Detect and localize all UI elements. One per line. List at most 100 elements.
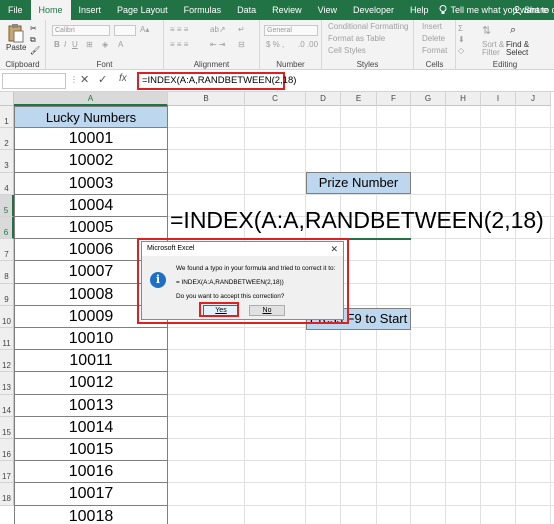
insert-cells-button[interactable]: Insert [422, 22, 442, 31]
column-header-j[interactable]: J [516, 92, 551, 106]
fill-icon[interactable]: ⬇ [458, 35, 465, 44]
row-header-14[interactable]: 14 [0, 394, 14, 417]
column-header-g[interactable]: G [411, 92, 446, 106]
tab-formulas[interactable]: Formulas [176, 0, 230, 20]
insert-function-button[interactable]: fx [119, 73, 127, 84]
wrap-text-icon[interactable]: ↵ [238, 25, 245, 34]
column-header-f[interactable]: F [377, 92, 411, 106]
tab-page-layout[interactable]: Page Layout [109, 0, 176, 20]
lucky-number-cell[interactable]: 10013 [14, 394, 168, 417]
name-box[interactable] [2, 73, 66, 89]
row-header-2[interactable]: 2 [0, 128, 14, 151]
lucky-number-cell[interactable]: 10004 [14, 194, 168, 217]
formula-input[interactable]: =INDEX(A:A,RANDBETWEEN(2,18) [137, 72, 296, 90]
align-top-icon[interactable]: ≡ ≡ ≡ [170, 25, 188, 34]
paste-icon[interactable] [8, 23, 24, 43]
column-header-i[interactable]: I [481, 92, 516, 106]
column-header-b[interactable]: B [168, 92, 245, 106]
row-header-18[interactable]: 18 [0, 483, 14, 506]
lucky-number-cell[interactable]: 10001 [14, 128, 168, 151]
bold-icon[interactable]: B [54, 40, 60, 49]
row-header-10[interactable]: 10 [0, 305, 14, 328]
tab-file[interactable]: File [0, 0, 31, 20]
grow-font-icon[interactable]: A▴ [140, 25, 149, 34]
row-header-8[interactable]: 8 [0, 261, 14, 284]
font-size-box[interactable] [114, 25, 136, 36]
row-header-13[interactable]: 13 [0, 372, 14, 395]
conditional-formatting-button[interactable]: Conditional Formatting [328, 22, 408, 31]
row-header-12[interactable]: 12 [0, 350, 14, 373]
lucky-number-cell[interactable]: 10011 [14, 350, 168, 373]
lucky-number-cell[interactable]: 10018 [14, 505, 168, 524]
decimal-icon[interactable]: .0 .00 [298, 40, 318, 49]
tab-developer[interactable]: Developer [345, 0, 402, 20]
currency-icon[interactable]: $ % , [266, 40, 284, 49]
lucky-number-cell[interactable]: 10012 [14, 372, 168, 395]
column-header-c[interactable]: C [245, 92, 306, 106]
format-painter-icon[interactable]: 🖌 [30, 46, 40, 55]
row-header-5[interactable]: 5 [0, 194, 14, 217]
find-select-button[interactable]: Find & Select [506, 41, 536, 57]
no-button[interactable]: No [249, 305, 285, 316]
copy-icon[interactable]: ⧉ [30, 35, 36, 45]
prize-number-label[interactable]: Prize Number [306, 172, 411, 194]
align-left-icon[interactable]: ≡ ≡ ≡ [170, 40, 188, 49]
lucky-number-cell[interactable]: 10016 [14, 461, 168, 484]
tab-insert[interactable]: Insert [71, 0, 110, 20]
italic-icon[interactable]: I [64, 40, 66, 49]
info-icon: i [150, 272, 166, 288]
row-header-1[interactable]: 1 [0, 106, 14, 129]
column-gridline [515, 106, 516, 524]
column-header-a[interactable]: A [14, 92, 168, 106]
row-header-6[interactable]: 6 [0, 217, 14, 240]
cancel-formula-button[interactable]: ✕ [80, 73, 89, 86]
font-name-box[interactable]: Calibri [52, 25, 110, 36]
font-color-icon[interactable]: A [118, 40, 123, 49]
row-header-3[interactable]: 3 [0, 150, 14, 173]
tab-view[interactable]: View [310, 0, 345, 20]
merge-icon[interactable]: ⊟ [238, 40, 245, 49]
tab-review[interactable]: Review [264, 0, 310, 20]
borders-icon[interactable]: ⊞ [86, 40, 93, 49]
lucky-number-cell[interactable]: 10014 [14, 416, 168, 439]
orientation-icon[interactable]: ab↗ [210, 25, 226, 34]
column-header-d[interactable]: D [306, 92, 341, 106]
formula-cell-text[interactable]: =INDEX(A:A,RANDBETWEEN(2,18) [170, 207, 544, 234]
tab-help[interactable]: Help [402, 0, 437, 20]
row-header-16[interactable]: 16 [0, 439, 14, 462]
fill-color-icon[interactable]: ◈ [102, 40, 108, 49]
underline-icon[interactable]: U [72, 40, 78, 49]
lucky-numbers-header[interactable]: Lucky Numbers [14, 106, 168, 129]
row-header-4[interactable]: 4 [0, 172, 14, 195]
row-header-7[interactable]: 7 [0, 239, 14, 262]
row-header-9[interactable]: 9 [0, 283, 14, 306]
tab-home[interactable]: Home [30, 0, 71, 20]
lucky-number-cell[interactable]: 10010 [14, 328, 168, 351]
cell-styles-button[interactable]: Cell Styles [328, 46, 366, 55]
indent-icon[interactable]: ⇤ ⇥ [210, 40, 226, 49]
column-header-h[interactable]: H [446, 92, 481, 106]
delete-cells-button[interactable]: Delete [422, 34, 445, 43]
cut-icon[interactable]: ✂ [30, 24, 37, 33]
row-header-17[interactable]: 17 [0, 461, 14, 484]
lucky-number-cell[interactable]: 10015 [14, 439, 168, 462]
autosum-icon[interactable]: Σ [458, 24, 463, 33]
enter-formula-button[interactable]: ✓ [98, 73, 107, 86]
column-header-e[interactable]: E [341, 92, 377, 106]
select-all-corner[interactable] [0, 92, 14, 106]
row-header-11[interactable]: 11 [0, 328, 14, 351]
row-header-15[interactable]: 15 [0, 416, 14, 439]
dialog-close-button[interactable]: ✕ [330, 242, 338, 256]
lucky-number-cell[interactable]: 10017 [14, 483, 168, 506]
paste-label[interactable]: Paste [6, 43, 26, 52]
lucky-number-cell[interactable]: 10003 [14, 172, 168, 195]
column-gridline [480, 106, 481, 524]
lucky-number-cell[interactable]: 10002 [14, 150, 168, 173]
lucky-number-cell[interactable]: 10005 [14, 217, 168, 240]
format-as-table-button[interactable]: Format as Table [328, 34, 385, 43]
share-button[interactable]: Share [512, 0, 548, 20]
number-format-box[interactable]: General [264, 25, 318, 36]
format-cells-button[interactable]: Format [422, 46, 447, 55]
clear-icon[interactable]: ◇ [458, 46, 464, 55]
tab-data[interactable]: Data [229, 0, 264, 20]
